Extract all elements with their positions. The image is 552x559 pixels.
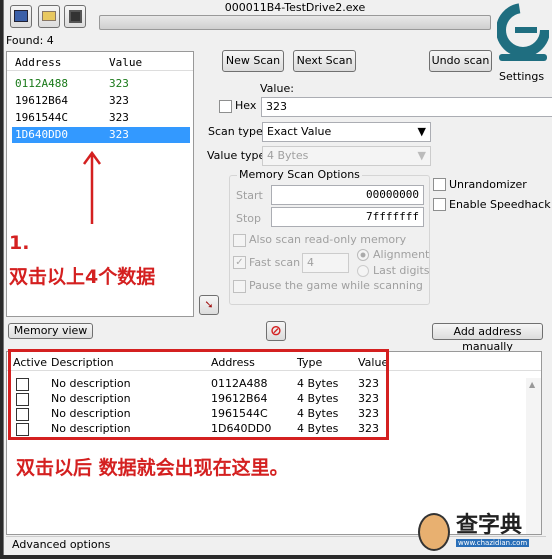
undo-scan-button[interactable]: Undo scan (429, 50, 492, 72)
memory-scan-options-title: Memory Scan Options (237, 168, 362, 181)
hex-checkbox[interactable] (219, 100, 232, 113)
highlight-box (8, 349, 389, 440)
value-type-select[interactable]: 4 Bytes ▼ (262, 146, 431, 166)
next-scan-button[interactable]: Next Scan (293, 50, 356, 72)
red-arrow-annotation (82, 150, 102, 226)
scroll-up-icon: ▲ (529, 380, 536, 389)
advanced-options-label: Advanced options (12, 538, 111, 551)
chevron-down-icon: ▼ (417, 149, 426, 162)
process-select-button[interactable] (10, 5, 32, 28)
watermark-url: www.chazidian.com (456, 539, 530, 547)
watermark-text: 查字典 (456, 513, 523, 538)
result-address: 1D640DD0 (15, 128, 68, 141)
scan-type-value: Exact Value (267, 125, 332, 138)
open-button[interactable] (38, 5, 60, 28)
value-label: Value: (260, 82, 294, 95)
chazidian-watermark: 查字典 www.chazidian.com (414, 505, 544, 553)
result-address: 19612B64 (15, 94, 68, 107)
result-row[interactable]: 19612B64 323 (12, 93, 190, 109)
value-type-value: 4 Bytes (267, 149, 309, 162)
result-instruction: 双击以后 数据就会出现在这里。 (16, 457, 289, 479)
no-entry-icon: ⊘ (270, 323, 282, 339)
last-digits-label: Last digits (373, 264, 430, 277)
pause-game-checkbox[interactable] (233, 280, 246, 293)
hex-label: Hex (235, 99, 257, 112)
result-value: 323 (109, 77, 129, 90)
scan-type-label: Scan type (208, 125, 263, 138)
result-row[interactable]: 1D640DD0 323 (12, 127, 190, 143)
scan-type-select[interactable]: Exact Value ▼ (262, 122, 431, 142)
add-address-manually-button[interactable]: Add address manually (432, 323, 543, 353)
unrandomizer-checkbox[interactable] (433, 178, 446, 191)
column-value[interactable]: Value (109, 56, 142, 69)
result-value: 323 (109, 128, 129, 141)
stop-address-input[interactable]: 7fffffff (271, 207, 424, 227)
scan-progress-bar (99, 15, 491, 30)
process-select-icon (14, 10, 28, 22)
result-row[interactable]: 0112A488 323 (12, 76, 190, 92)
last-digits-radio[interactable] (357, 265, 369, 277)
fast-scan-checkbox[interactable]: ✓ (233, 256, 246, 269)
result-value: 323 (109, 111, 129, 124)
cheat-engine-logo[interactable] (496, 2, 550, 62)
red-arrow-icon: ➘ (204, 298, 214, 311)
unrandomizer-label: Unrandomizer (449, 178, 527, 191)
result-row[interactable]: 1961544C 323 (12, 110, 190, 126)
fast-scan-label: Fast scan (249, 256, 301, 269)
speedhack-checkbox[interactable] (433, 198, 446, 211)
result-value: 323 (109, 94, 129, 107)
window-title: 000011B4-TestDrive2.exe (224, 1, 366, 14)
stop-label: Stop (236, 212, 262, 225)
step-number: 1. (9, 232, 30, 254)
fast-scan-input[interactable]: 4 (302, 253, 349, 273)
results-header: Address Value (7, 54, 193, 71)
alignment-radio[interactable] (357, 249, 369, 261)
mascot-icon (418, 513, 450, 551)
add-selected-to-list-button[interactable]: ➘ (199, 295, 219, 315)
value-type-label: Value type (207, 149, 266, 162)
result-address: 0112A488 (15, 77, 68, 90)
speedhack-label: Enable Speedhack (449, 198, 551, 211)
step-instruction: 双击以上4个数据 (9, 266, 156, 288)
readonly-memory-label: Also scan read-only memory (249, 233, 407, 246)
result-address: 1961544C (15, 111, 68, 124)
open-folder-icon (42, 11, 56, 21)
alignment-label: Alignment (373, 248, 430, 261)
value-input[interactable]: 323 (261, 97, 552, 117)
settings-link[interactable]: Settings (499, 70, 544, 83)
save-button[interactable] (64, 5, 86, 28)
cheat-engine-window: 000011B4-TestDrive2.exe Settings Found: … (3, 0, 552, 555)
chevron-down-icon: ▼ (417, 125, 426, 138)
memory-view-button[interactable]: Memory view (8, 323, 93, 339)
found-count: Found: 4 (6, 34, 54, 47)
readonly-memory-checkbox[interactable] (233, 234, 246, 247)
save-icon (68, 10, 82, 23)
column-address[interactable]: Address (15, 56, 61, 69)
clear-list-button[interactable]: ⊘ (266, 321, 286, 341)
pause-game-label: Pause the game while scanning (249, 279, 423, 292)
new-scan-button[interactable]: New Scan (222, 50, 284, 72)
start-label: Start (236, 189, 263, 202)
start-address-input[interactable]: 00000000 (271, 185, 424, 205)
